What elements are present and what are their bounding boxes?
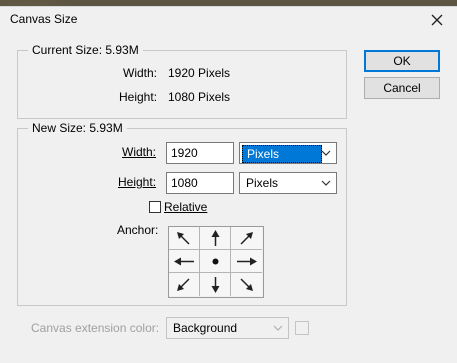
arrow-right-icon [237, 257, 257, 266]
height-input[interactable]: 1080 [166, 172, 234, 194]
relative-checkbox[interactable] [149, 201, 161, 213]
current-width-label: Width: [123, 66, 158, 80]
chevron-down-icon [321, 180, 331, 186]
close-icon[interactable] [426, 9, 448, 31]
canvas-size-dialog: Canvas Size Current Size: 5.93M Width: 1… [0, 6, 457, 363]
current-size-group: Current Size: 5.93M [17, 43, 347, 119]
arrow-up-icon [211, 230, 220, 246]
canvas-extension-color-select[interactable]: Background [166, 317, 289, 339]
title-bar[interactable]: Canvas Size [0, 7, 457, 33]
current-size-group-label: Current Size: 5.93M [28, 43, 143, 57]
arrow-up-left-icon [177, 232, 190, 245]
anchor-bottom-right[interactable] [231, 273, 262, 296]
new-width-label: Width: [122, 145, 157, 159]
height-unit-select[interactable]: Pixels [239, 172, 337, 194]
dialog-title: Canvas Size [10, 12, 78, 26]
anchor-bottom[interactable] [200, 273, 231, 296]
new-size-group-label: New Size: 5.93M [28, 121, 127, 135]
arrow-down-icon [211, 277, 220, 293]
anchor-top-right[interactable] [231, 227, 262, 250]
anchor-left[interactable] [169, 250, 200, 273]
width-unit-select[interactable]: Pixels [239, 142, 337, 164]
anchor-center[interactable] [200, 250, 231, 273]
anchor-grid [168, 226, 264, 298]
anchor-top[interactable] [200, 227, 231, 250]
arrow-down-right-icon [240, 278, 253, 291]
anchor-center-dot-icon [212, 258, 219, 265]
anchor-bottom-left[interactable] [169, 273, 200, 296]
arrow-up-right-icon [240, 232, 253, 245]
current-width-value: 1920 Pixels [168, 66, 231, 80]
width-input[interactable]: 1920 [166, 142, 234, 164]
current-height-label: Height: [119, 90, 158, 104]
arrow-left-icon [174, 257, 194, 266]
extension-color-swatch[interactable] [295, 321, 309, 335]
anchor-right[interactable] [231, 250, 262, 273]
current-height-value: 1080 Pixels [168, 90, 231, 104]
chevron-down-icon [321, 150, 331, 156]
arrow-down-left-icon [177, 278, 190, 291]
height-unit-value: Pixels [246, 176, 279, 190]
anchor-label: Anchor: [117, 223, 159, 237]
new-height-label: Height: [118, 175, 157, 189]
anchor-top-left[interactable] [169, 227, 200, 250]
relative-label[interactable]: Relative [164, 200, 207, 214]
cancel-button[interactable]: Cancel [364, 77, 440, 99]
chevron-down-icon [273, 325, 283, 331]
close-icon-glyph [431, 14, 443, 26]
width-unit-value: Pixels [242, 145, 322, 163]
canvas-extension-color-label: Canvas extension color: [31, 321, 160, 335]
canvas-extension-color-value: Background [173, 321, 238, 335]
ok-button[interactable]: OK [364, 50, 440, 72]
